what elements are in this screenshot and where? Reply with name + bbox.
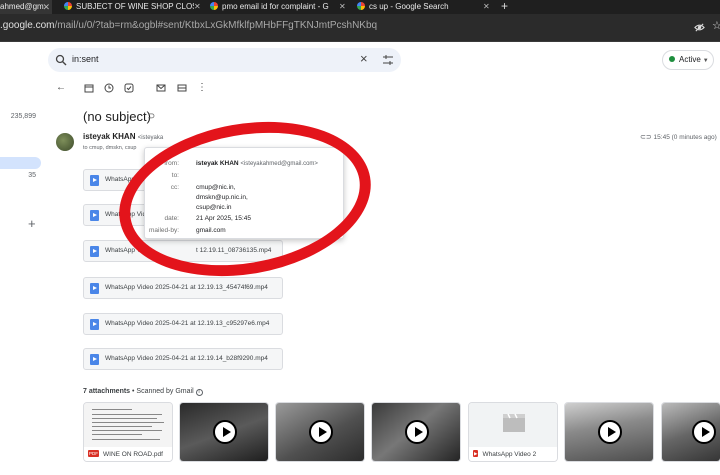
more-options-icon[interactable]: ⋮ bbox=[197, 83, 207, 93]
attachment-name: WhatsApp Video 2025-04-21 at 12.19.13_45… bbox=[105, 284, 268, 291]
snooze-clock-icon[interactable] bbox=[104, 83, 114, 93]
attachment-thumbnail-video-file[interactable]: ▶ WhatsApp Video 2 bbox=[468, 402, 558, 462]
google-icon bbox=[357, 2, 365, 10]
play-icon[interactable] bbox=[309, 420, 333, 444]
browser-tab-gmail[interactable]: ahmed@gm ✕ bbox=[0, 0, 52, 14]
video-badge-icon: ▶ bbox=[473, 450, 479, 457]
browser-tab-wine-shop[interactable]: SUBJECT OF WINE SHOP CLOS bbox=[64, 0, 194, 14]
add-label-icon[interactable]: + bbox=[28, 216, 36, 231]
sender-email: <isteyaka bbox=[137, 135, 164, 141]
sidebar-item-sent[interactable] bbox=[0, 157, 41, 169]
attachment-caption: ▶ WhatsApp Video 2 bbox=[469, 447, 557, 461]
recipients-summary[interactable]: to cmup, dmskn, csup bbox=[83, 145, 137, 151]
google-icon bbox=[210, 2, 218, 10]
search-input[interactable]: in:sent bbox=[72, 54, 99, 64]
pdf-preview bbox=[84, 403, 172, 447]
attachment-name: WhatsApp Video 2025-04-21 at 12.19.13_c9… bbox=[105, 320, 270, 327]
video-file-icon bbox=[90, 246, 99, 257]
scanned-label: • Scanned by Gmail bbox=[132, 388, 194, 395]
attachment-chip[interactable]: WhatsApp Video 2025-04-21 at 12.19.13_c9… bbox=[83, 313, 283, 335]
attachment-caption-text: WhatsApp Video 2 bbox=[482, 451, 537, 458]
close-icon[interactable]: ✕ bbox=[483, 0, 491, 14]
status-dot-icon bbox=[669, 56, 675, 62]
video-file-icon bbox=[90, 175, 99, 186]
search-bar[interactable]: in:sent × bbox=[48, 48, 401, 72]
attachments-count: 7 attachments bbox=[83, 388, 131, 395]
move-to-icon[interactable] bbox=[177, 83, 187, 93]
url-path: /mail/u/0/?tab=rm&ogbl#sent/KtbxLxGkMfkl… bbox=[54, 20, 378, 31]
email-subject: (no subject) bbox=[83, 109, 151, 124]
message-time: ⊂⊃ 15:45 (0 minutes ago) bbox=[640, 133, 717, 141]
address-bar[interactable]: .google.com/mail/u/0/?tab=rm&ogbl#sent/K… bbox=[0, 14, 720, 42]
attachment-name: WhatsApp Video 2025-04-21 at 12.19.14_b2… bbox=[105, 355, 268, 362]
sender-name: isteyak KHAN <isteyaka bbox=[83, 132, 163, 141]
tab-title: ahmed@gm bbox=[0, 2, 44, 11]
attachment-chip[interactable]: WhatsApp Video 2025-04-21 at 12.19.13_45… bbox=[83, 277, 283, 299]
attachment-thumbnail-video[interactable] bbox=[371, 402, 461, 462]
tab-title: SUBJECT OF WINE SHOP CLOS bbox=[76, 2, 194, 11]
sender-name-text: isteyak KHAN bbox=[83, 132, 136, 141]
play-icon[interactable] bbox=[405, 420, 429, 444]
attachment-thumbnail-video[interactable] bbox=[275, 402, 365, 462]
chevron-down-icon: ▼ bbox=[702, 58, 709, 64]
search-options-icon[interactable] bbox=[382, 54, 394, 66]
status-selector[interactable]: Active ▼ bbox=[662, 50, 714, 70]
browser-tab-pmo[interactable]: pmo email id for complaint - G bbox=[210, 0, 338, 14]
browser-tab-strip: ahmed@gm ✕ SUBJECT OF WINE SHOP CLOS ✕ p… bbox=[0, 0, 720, 14]
play-icon[interactable] bbox=[692, 420, 716, 444]
back-arrow-icon[interactable]: ← bbox=[56, 83, 66, 93]
pdf-badge-icon: PDF bbox=[88, 450, 99, 457]
eye-off-icon[interactable] bbox=[694, 22, 705, 33]
close-icon[interactable]: ✕ bbox=[194, 0, 202, 14]
video-file-icon bbox=[90, 319, 99, 330]
video-file-icon bbox=[90, 210, 99, 221]
info-icon[interactable]: i bbox=[195, 389, 203, 396]
inbox-count: 235,899 bbox=[10, 113, 36, 120]
attachment-caption: PDF WINE ON ROAD.pdf bbox=[84, 447, 172, 461]
add-task-icon[interactable] bbox=[124, 83, 134, 93]
url-host: .google.com bbox=[0, 20, 55, 31]
bookmark-icon[interactable]: ☆ bbox=[712, 19, 720, 32]
play-icon[interactable] bbox=[213, 420, 237, 444]
attachment-thumbnail-video[interactable] bbox=[564, 402, 654, 462]
browser-tab-cs-up[interactable]: cs up - Google Search bbox=[357, 0, 482, 14]
attachment-thumbnail-video[interactable] bbox=[661, 402, 720, 462]
close-icon[interactable]: ✕ bbox=[339, 0, 347, 14]
attachment-clip-icon: ⊂⊃ bbox=[640, 134, 652, 141]
url-text[interactable]: .google.com/mail/u/0/?tab=rm&ogbl#sent/K… bbox=[0, 20, 377, 31]
video-placeholder bbox=[469, 403, 557, 447]
label-tag-icon[interactable]: ⊃ bbox=[147, 111, 155, 122]
search-icon[interactable] bbox=[55, 54, 67, 66]
play-icon[interactable] bbox=[598, 420, 622, 444]
attachment-caption-text: WINE ON ROAD.pdf bbox=[103, 451, 163, 458]
video-file-icon bbox=[90, 354, 99, 365]
attachment-thumbnail-video[interactable] bbox=[179, 402, 269, 462]
status-label: Active bbox=[679, 55, 701, 64]
new-tab-icon[interactable]: + bbox=[501, 0, 508, 13]
close-icon[interactable]: ✕ bbox=[42, 0, 50, 14]
attachment-thumbnail-pdf[interactable]: PDF WINE ON ROAD.pdf bbox=[83, 402, 173, 462]
label-count: 35 bbox=[28, 172, 36, 179]
attachments-header: 7 attachments • Scanned by Gmail i bbox=[83, 388, 203, 396]
clear-search-icon[interactable]: × bbox=[360, 51, 368, 66]
mark-unread-icon[interactable] bbox=[156, 83, 166, 93]
attachment-chip[interactable]: WhatsApp Video 2025-04-21 at 12.19.14_b2… bbox=[83, 348, 283, 370]
gmail-window: ahmed@gm ✕ SUBJECT OF WINE SHOP CLOS ✕ p… bbox=[0, 0, 720, 475]
sender-avatar[interactable] bbox=[56, 133, 74, 151]
film-icon bbox=[503, 413, 525, 432]
google-icon bbox=[64, 2, 72, 10]
archive-icon[interactable] bbox=[84, 83, 94, 93]
message-time-text: 15:45 (0 minutes ago) bbox=[653, 134, 717, 141]
tab-title: cs up - Google Search bbox=[369, 2, 449, 11]
video-file-icon bbox=[90, 283, 99, 294]
tab-title: pmo email id for complaint - G bbox=[222, 2, 329, 11]
